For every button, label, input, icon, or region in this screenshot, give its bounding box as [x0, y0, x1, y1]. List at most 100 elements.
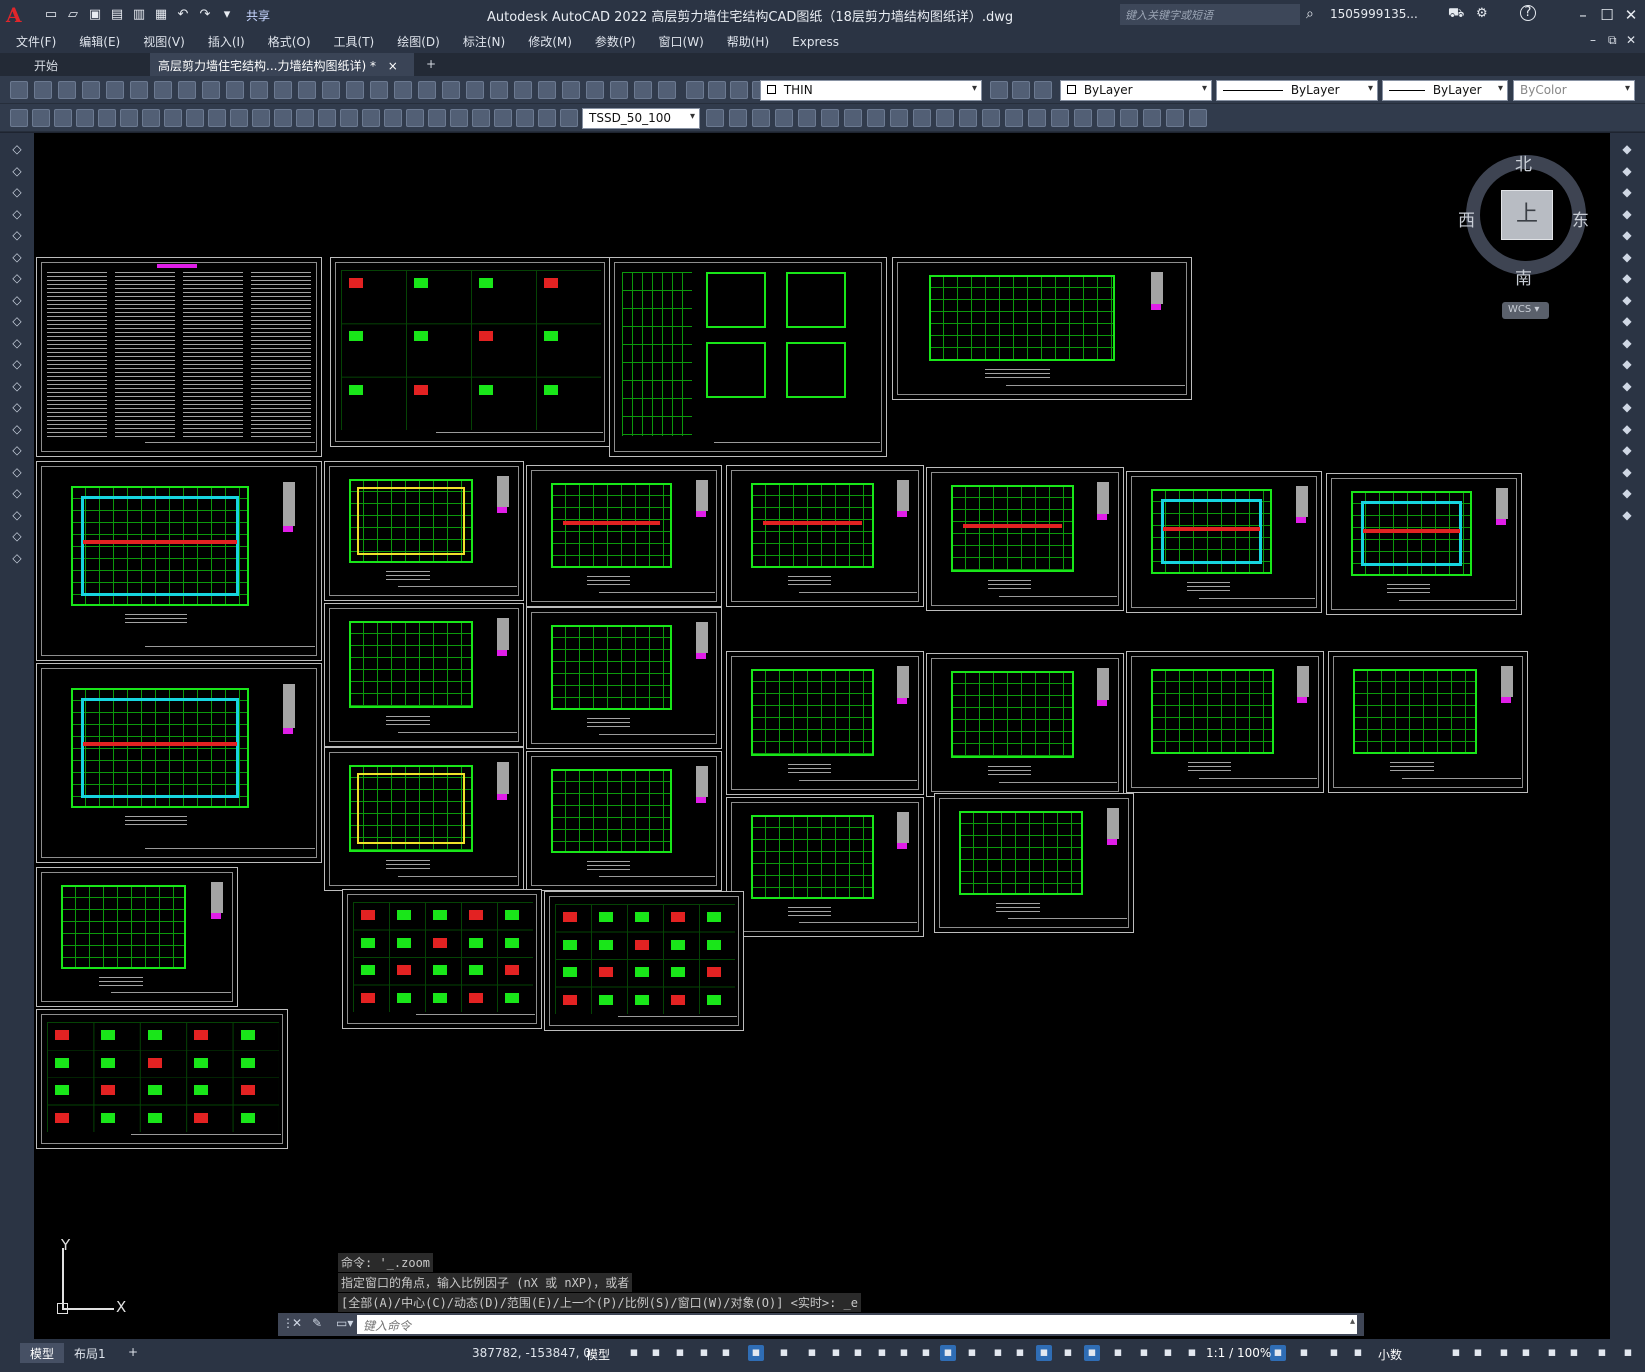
dimarc-icon[interactable] — [494, 109, 512, 127]
autocad-logo[interactable]: A — [6, 4, 32, 26]
minimize-icon[interactable]: – — [1570, 4, 1596, 26]
tab-close-icon[interactable]: × — [388, 59, 398, 73]
continue-icon[interactable] — [230, 109, 248, 127]
new-tab-button[interactable]: + — [418, 53, 444, 76]
baseline-icon[interactable] — [208, 109, 226, 127]
lock-ui-icon[interactable]: ▪ — [1160, 1345, 1176, 1361]
dimdiameter-icon[interactable] — [142, 109, 160, 127]
graphics-performance-icon[interactable]: ▪ — [1270, 1345, 1286, 1361]
menu-view[interactable]: 视图(V) — [143, 33, 185, 50]
cmd-customize-icon[interactable]: ✎ — [312, 1316, 322, 1330]
tab-drawing[interactable]: 高层剪力墙住宅结构...力墙结构图纸详) * × — [150, 53, 414, 76]
menu-draw[interactable]: 绘图(D) — [397, 33, 440, 50]
space-icon[interactable] — [821, 109, 839, 127]
menu-express[interactable]: Express — [792, 35, 839, 49]
preview-icon[interactable] — [990, 81, 1008, 99]
drawing-sheet[interactable] — [926, 467, 1124, 611]
annotation-visibility-icon[interactable]: ▪ — [990, 1345, 1006, 1361]
annotation-monitor-icon[interactable]: ▪ — [1084, 1345, 1100, 1361]
viewcube-east[interactable]: 东 — [1572, 206, 1589, 231]
array-icon[interactable]: ◆ — [1618, 227, 1636, 243]
units-selector[interactable]: 小数 — [1378, 1346, 1402, 1363]
dimradius-icon[interactable] — [1120, 109, 1138, 127]
xline-icon[interactable]: ◇ — [8, 163, 26, 179]
plus-icon[interactable]: ▪ — [1470, 1345, 1486, 1361]
doc-close-icon[interactable]: ✕ — [1626, 33, 1636, 47]
dimlinear-icon[interactable] — [450, 109, 468, 127]
cmd-history-chevron-icon[interactable]: ▴ — [1350, 1316, 1355, 1327]
drawing-sheet[interactable] — [609, 257, 887, 457]
save-icon[interactable] — [58, 81, 76, 99]
dimangular-icon[interactable] — [164, 109, 182, 127]
search-input[interactable]: 键入关键字或短语 — [1120, 4, 1300, 25]
publish-icon[interactable]: ▥ — [130, 7, 148, 23]
menu-window[interactable]: 窗口(W) — [659, 33, 704, 50]
close-icon[interactable]: ✕ — [1618, 4, 1644, 26]
dimdiameter-icon[interactable] — [706, 109, 724, 127]
lineweight-icon[interactable]: ▪ — [828, 1345, 844, 1361]
new-icon[interactable]: ▭ — [42, 7, 60, 23]
inspect-icon[interactable] — [340, 109, 358, 127]
mtext-icon[interactable]: ◇ — [8, 528, 26, 544]
drawing-sheet[interactable] — [544, 891, 744, 1031]
drawing-sheet[interactable] — [892, 257, 1192, 400]
3d-osnap-icon[interactable]: ▪ — [896, 1345, 912, 1361]
block-make-icon[interactable]: ◇ — [8, 399, 26, 415]
center-icon[interactable] — [890, 109, 908, 127]
menu-insert[interactable]: 插入(I) — [208, 33, 245, 50]
dimradius-icon[interactable] — [538, 109, 556, 127]
extra-icon[interactable]: ▪ — [1620, 1345, 1636, 1361]
customize-icon[interactable]: ▪ — [1326, 1345, 1342, 1361]
save-icon[interactable] — [730, 81, 748, 99]
fillet-icon[interactable]: ◆ — [1618, 464, 1636, 480]
doc-minimize-icon[interactable]: – — [1590, 33, 1596, 47]
selection-filter-icon[interactable]: ▪ — [940, 1345, 956, 1361]
dimjog-icon[interactable] — [560, 109, 578, 127]
pan-icon[interactable] — [298, 81, 316, 99]
saveas-icon[interactable]: ▤ — [108, 7, 126, 23]
drawing-sheet[interactable] — [726, 465, 924, 607]
offset-icon[interactable]: ◆ — [1618, 206, 1636, 222]
dimaligned-icon[interactable] — [32, 109, 50, 127]
erase-icon[interactable]: ◆ — [1618, 141, 1636, 157]
scale-icon[interactable]: ◆ — [1618, 292, 1636, 308]
tab-layout1[interactable]: 布局1 — [64, 1343, 116, 1363]
drawing-sheet[interactable] — [1328, 651, 1528, 793]
dimjog-icon[interactable] — [1143, 109, 1161, 127]
status-menu-icon[interactable]: ▪ — [1594, 1345, 1610, 1361]
model-space-toggle[interactable]: 模型 — [586, 1346, 610, 1363]
point-icon[interactable]: ◇ — [8, 421, 26, 437]
break-point-icon[interactable]: ◆ — [1618, 378, 1636, 394]
style-icon[interactable] — [406, 109, 424, 127]
preview-icon[interactable] — [106, 81, 124, 99]
drawing-sheet[interactable] — [1126, 651, 1324, 793]
drawing-sheet[interactable] — [36, 257, 322, 457]
layer-dropdown[interactable]: THIN ▾ — [760, 80, 982, 101]
update-icon[interactable] — [959, 109, 977, 127]
polar-icon[interactable]: ▪ — [718, 1345, 734, 1361]
drawing-sheet[interactable] — [342, 889, 542, 1029]
new-icon[interactable] — [10, 81, 28, 99]
layer-icon[interactable] — [562, 81, 580, 99]
annotation-scale[interactable]: 1:1 / 100% — [1206, 1346, 1271, 1360]
gizmo-icon[interactable]: ▪ — [964, 1345, 980, 1361]
viewport-icon[interactable]: ▪ — [1544, 1345, 1560, 1361]
drawing-sheet[interactable] — [330, 257, 610, 447]
publish-icon[interactable] — [130, 81, 148, 99]
app-store-icon[interactable]: ⚙ — [1476, 6, 1488, 21]
menu-parametric[interactable]: 参数(P) — [595, 33, 636, 50]
viewcube-top-face[interactable]: 上 — [1501, 190, 1553, 240]
user-account[interactable]: 1505999135... — [1330, 7, 1418, 21]
plot-icon[interactable] — [82, 81, 100, 99]
clean-screen-icon[interactable]: ▪ — [1296, 1345, 1312, 1361]
dimordinate-icon[interactable] — [516, 109, 534, 127]
isolate-icon[interactable]: ▪ — [1184, 1345, 1200, 1361]
gradient-icon[interactable]: ◇ — [8, 464, 26, 480]
quickdim-icon[interactable] — [752, 109, 770, 127]
undo-icon[interactable] — [250, 81, 268, 99]
dimangular-icon[interactable] — [729, 109, 747, 127]
add-layout-button[interactable]: + — [118, 1343, 148, 1363]
tab-start[interactable]: 开始 — [26, 53, 146, 76]
add-selected-icon[interactable]: ◇ — [8, 550, 26, 566]
tolerance-icon[interactable] — [296, 109, 314, 127]
